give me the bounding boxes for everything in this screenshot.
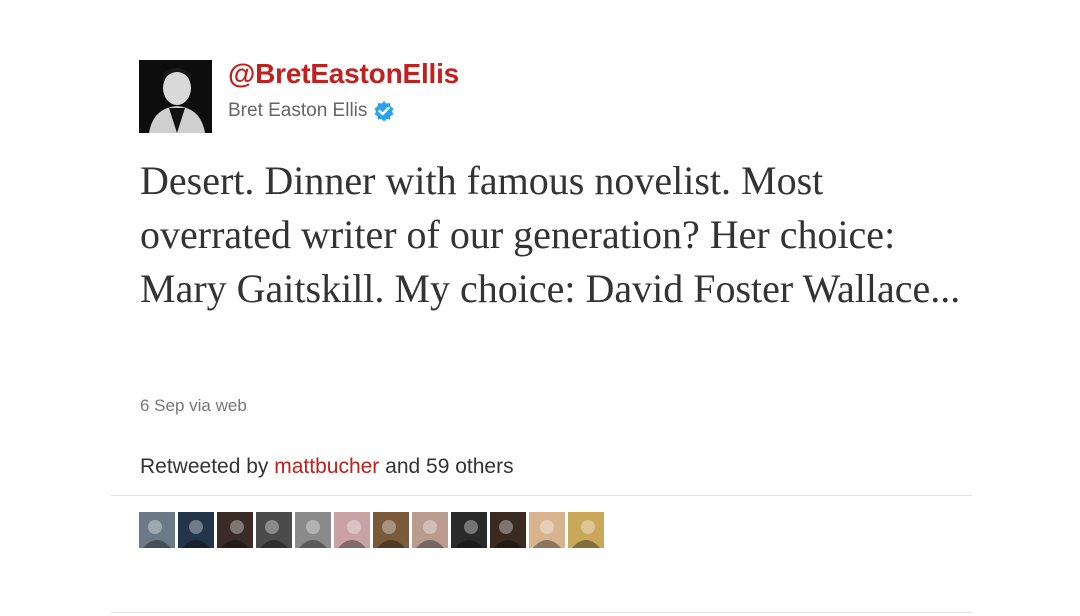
divider — [110, 495, 972, 496]
user-avatar[interactable] — [139, 60, 212, 133]
divider — [110, 612, 972, 613]
retweeter-avatar-6[interactable] — [334, 512, 370, 548]
retweet-suffix[interactable]: and 59 others — [379, 455, 513, 478]
retweet-prefix: Retweeted by — [140, 455, 275, 478]
verified-badge-icon — [373, 100, 395, 122]
tweet-card: @BretEastonEllis Bret Easton Ellis Deser… — [0, 0, 1080, 616]
retweeter-avatar-7[interactable] — [373, 512, 409, 548]
retweeter-avatar-11[interactable] — [529, 512, 565, 548]
retweeter-link[interactable]: mattbucher — [274, 455, 379, 478]
display-name[interactable]: Bret Easton Ellis — [228, 100, 367, 122]
retweeter-avatar-2[interactable] — [178, 512, 214, 548]
retweet-summary: Retweeted by mattbucher and 59 others — [140, 455, 514, 479]
retweeter-avatar-list — [139, 512, 604, 548]
retweeter-avatar-4[interactable] — [256, 512, 292, 548]
retweeter-avatar-12[interactable] — [568, 512, 604, 548]
tweet-text: Desert. Dinner with famous novelist. Mos… — [140, 158, 961, 311]
retweeter-avatar-9[interactable] — [451, 512, 487, 548]
user-handle[interactable]: @BretEastonEllis — [228, 58, 459, 90]
retweeter-avatar-3[interactable] — [217, 512, 253, 548]
retweeter-avatar-1[interactable] — [139, 512, 175, 548]
retweeter-avatar-10[interactable] — [490, 512, 526, 548]
retweeter-avatar-5[interactable] — [295, 512, 331, 548]
display-name-row: Bret Easton Ellis — [228, 100, 395, 122]
tweet-timestamp[interactable]: 6 Sep via web — [140, 396, 247, 416]
retweeter-avatar-8[interactable] — [412, 512, 448, 548]
